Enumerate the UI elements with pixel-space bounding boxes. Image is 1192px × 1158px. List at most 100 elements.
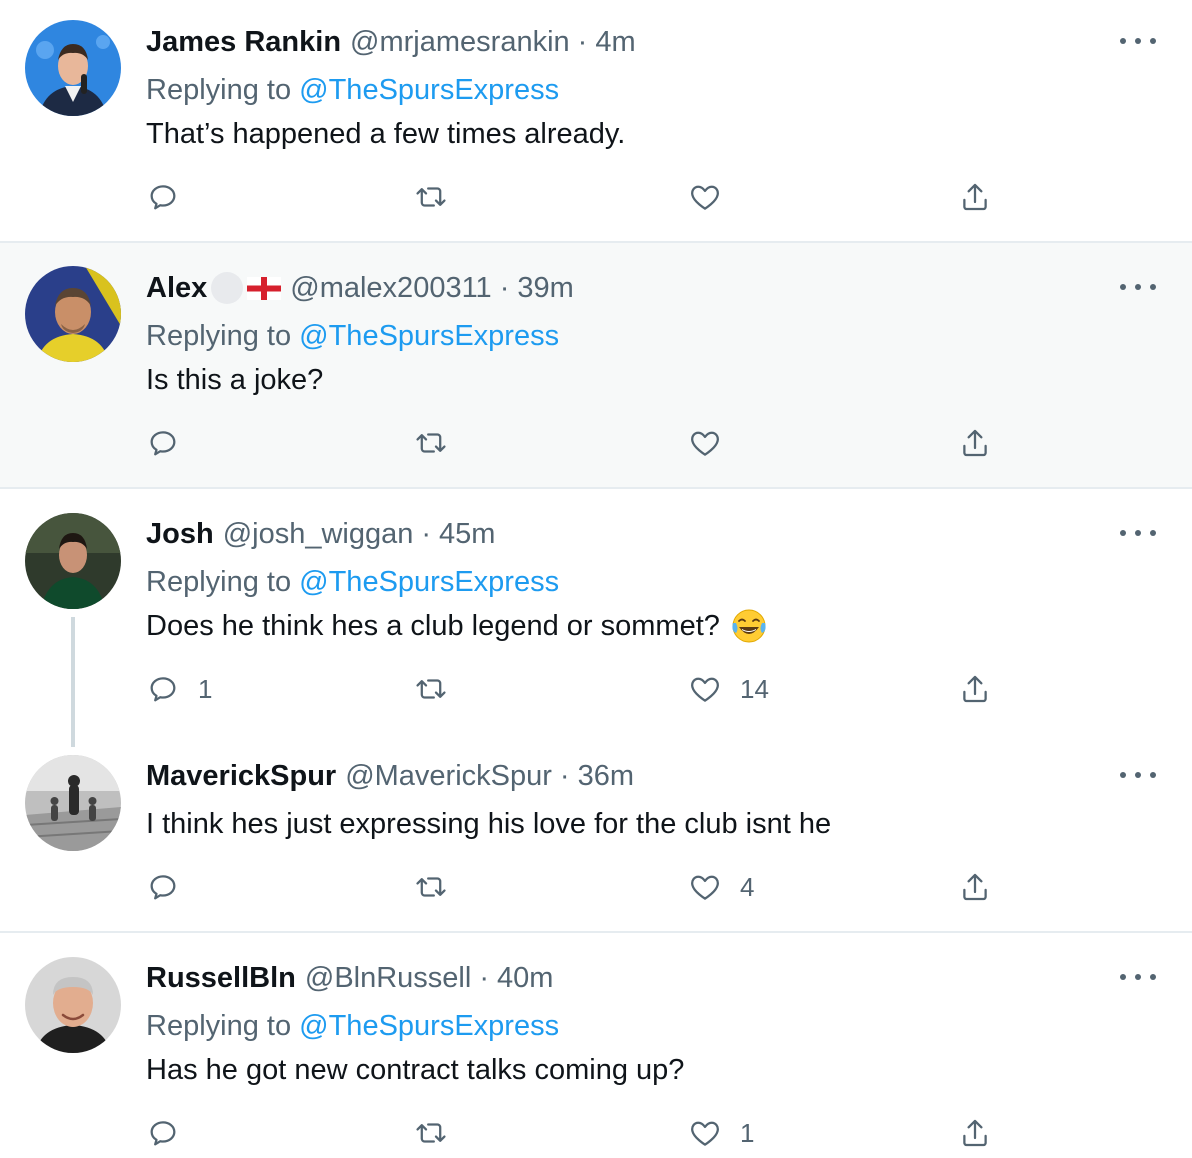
more-icon[interactable] bbox=[1120, 765, 1156, 785]
separator-dot: · bbox=[479, 962, 489, 994]
user-handle[interactable]: @josh_wiggan bbox=[223, 517, 414, 551]
reply-icon bbox=[150, 431, 176, 456]
like-button[interactable] bbox=[688, 177, 740, 217]
display-name[interactable]: Josh bbox=[146, 517, 214, 551]
share-icon bbox=[963, 183, 987, 211]
tweet-text-content: Is this a joke? bbox=[146, 364, 324, 396]
avatar[interactable] bbox=[25, 957, 121, 1053]
timestamp[interactable]: 4m bbox=[595, 25, 635, 59]
tears-of-joy-emoji-icon bbox=[732, 609, 766, 643]
like-button[interactable] bbox=[688, 423, 740, 463]
more-icon[interactable] bbox=[1120, 277, 1156, 297]
reply-count: 1 bbox=[198, 673, 213, 704]
tweet-text: That’s happened a few times already. bbox=[146, 117, 625, 151]
display-name[interactable]: RussellBln bbox=[146, 961, 296, 995]
reply-button[interactable] bbox=[146, 177, 198, 217]
share-button[interactable] bbox=[958, 867, 992, 907]
more-icon[interactable] bbox=[1120, 967, 1156, 987]
retweet-icon bbox=[416, 877, 446, 897]
share-button[interactable] bbox=[958, 669, 992, 709]
separator-dot: · bbox=[559, 760, 570, 792]
avatar[interactable] bbox=[25, 20, 121, 116]
separator-dot: · bbox=[499, 272, 510, 304]
tweet-josh[interactable]: Josh @josh_wiggan · 45m Replying to @The… bbox=[0, 489, 1192, 747]
reply-button[interactable] bbox=[146, 1113, 198, 1153]
like-button[interactable]: 4 bbox=[688, 867, 754, 907]
more-icon[interactable] bbox=[1120, 523, 1156, 543]
retweet-button[interactable] bbox=[414, 867, 448, 907]
tweet-actions: 4 bbox=[146, 867, 1006, 907]
heart-icon bbox=[691, 431, 719, 456]
tweet-james-rankin[interactable]: James Rankin @mrjamesrankin · 4m Replyin… bbox=[0, 0, 1192, 241]
reply-icon bbox=[150, 677, 176, 702]
user-handle[interactable]: @BlnRussell bbox=[305, 961, 471, 995]
like-count: 4 bbox=[740, 871, 755, 902]
reply-button[interactable]: 1 bbox=[146, 669, 212, 709]
like-button[interactable]: 14 bbox=[688, 669, 769, 709]
retweet-button[interactable] bbox=[414, 1113, 448, 1153]
user-handle[interactable]: @malex200311 bbox=[290, 271, 491, 305]
share-button[interactable] bbox=[958, 423, 992, 463]
share-icon bbox=[963, 429, 987, 457]
heart-icon bbox=[691, 1121, 719, 1146]
replying-to-label: Replying to bbox=[146, 566, 292, 598]
reply-icon bbox=[150, 1121, 176, 1146]
tweet-maverickspur[interactable]: MaverickSpur @MaverickSpur · 36m I think… bbox=[0, 731, 1192, 931]
avatar[interactable] bbox=[25, 513, 121, 609]
tweet-text: Is this a joke? bbox=[146, 363, 323, 397]
tweet-text-content: Has he got new contract talks coming up? bbox=[146, 1054, 685, 1086]
timestamp[interactable]: 45m bbox=[439, 517, 495, 551]
heart-icon bbox=[691, 875, 719, 900]
tweet-text: Does he think hes a club legend or somme… bbox=[146, 607, 768, 645]
user-handle[interactable]: @MaverickSpur bbox=[345, 759, 552, 793]
more-icon[interactable] bbox=[1120, 31, 1156, 51]
tweet-text-content: I think hes just expressing his love for… bbox=[146, 808, 832, 840]
replying-to: Replying to @TheSpursExpress bbox=[146, 1009, 559, 1043]
display-name[interactable]: MaverickSpur bbox=[146, 759, 336, 793]
tweet-text: I think hes just expressing his love for… bbox=[146, 807, 831, 841]
avatar[interactable] bbox=[25, 755, 121, 851]
replying-to: Replying to @TheSpursExpress bbox=[146, 319, 559, 353]
share-button[interactable] bbox=[958, 177, 992, 217]
display-name[interactable]: James Rankin bbox=[146, 25, 341, 59]
display-name[interactable]: Alex bbox=[146, 271, 207, 305]
like-button[interactable]: 1 bbox=[688, 1113, 754, 1153]
reply-icon bbox=[150, 875, 176, 900]
replying-to-mention[interactable]: @TheSpursExpress bbox=[299, 566, 559, 598]
replying-to-mention[interactable]: @TheSpursExpress bbox=[299, 74, 559, 106]
tweet-alex[interactable]: Alex @malex200311 · 39m Replying to @The… bbox=[0, 243, 1192, 487]
replying-to-label: Replying to bbox=[146, 1010, 292, 1042]
replying-to-mention[interactable]: @TheSpursExpress bbox=[299, 320, 559, 352]
tweet-actions: 1 14 bbox=[146, 669, 1006, 709]
like-count: 14 bbox=[740, 673, 769, 704]
replying-to: Replying to @TheSpursExpress bbox=[146, 565, 559, 599]
retweet-icon bbox=[416, 433, 446, 453]
tweet-text-content: That’s happened a few times already. bbox=[146, 118, 626, 150]
like-count: 1 bbox=[740, 1117, 755, 1148]
avatar[interactable] bbox=[25, 266, 121, 362]
timestamp[interactable]: 39m bbox=[517, 271, 573, 305]
tweet-text-content: Does he think hes a club legend or somme… bbox=[146, 610, 720, 642]
thread-connector bbox=[71, 617, 75, 747]
blank-emoji-icon bbox=[211, 272, 244, 304]
timestamp[interactable]: 36m bbox=[578, 759, 634, 793]
retweet-button[interactable] bbox=[414, 423, 448, 463]
timestamp[interactable]: 40m bbox=[497, 961, 553, 995]
user-handle[interactable]: @mrjamesrankin bbox=[350, 25, 570, 59]
retweet-icon bbox=[416, 187, 446, 207]
retweet-icon bbox=[416, 1123, 446, 1143]
retweet-button[interactable] bbox=[414, 177, 448, 217]
retweet-button[interactable] bbox=[414, 669, 448, 709]
name-emoji bbox=[211, 272, 282, 304]
reply-button[interactable] bbox=[146, 423, 198, 463]
heart-icon bbox=[691, 677, 719, 702]
reply-feed: James Rankin @mrjamesrankin · 4m Replyin… bbox=[0, 0, 1192, 1158]
reply-button[interactable] bbox=[146, 867, 198, 907]
tweet-russellbln[interactable]: RussellBln @BlnRussell · 40m Replying to… bbox=[0, 933, 1192, 1158]
tweet-actions: 1 bbox=[146, 1113, 1006, 1153]
share-button[interactable] bbox=[958, 1113, 992, 1153]
share-icon bbox=[963, 873, 987, 901]
retweet-icon bbox=[416, 679, 446, 699]
replying-to-mention[interactable]: @TheSpursExpress bbox=[299, 1010, 559, 1042]
tweet-actions bbox=[146, 423, 1006, 463]
